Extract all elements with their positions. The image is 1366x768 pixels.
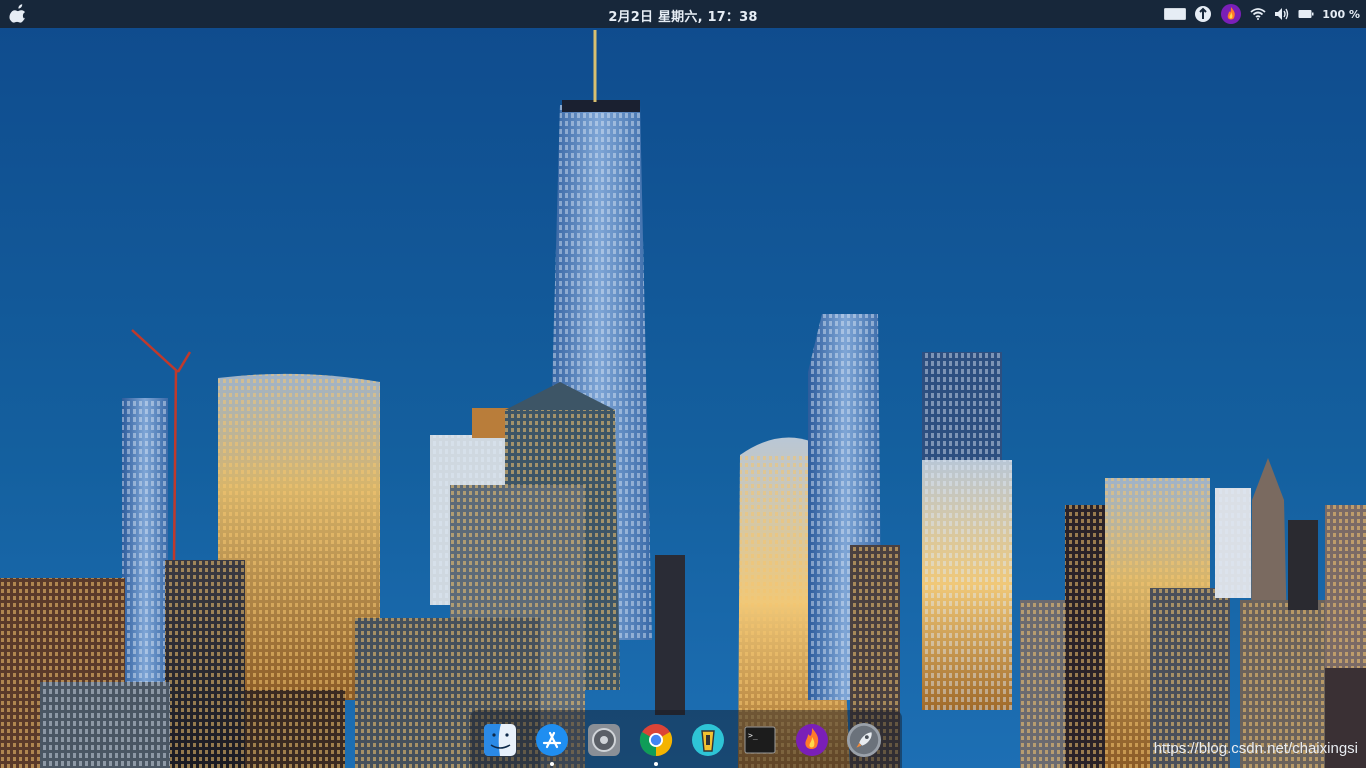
dock-item-finder[interactable] — [482, 722, 518, 758]
robot-icon — [692, 724, 724, 756]
flame-icon — [796, 724, 828, 756]
chrome-icon — [639, 724, 673, 757]
dock-item-robot-app[interactable] — [690, 722, 726, 758]
terminal-icon: >_ — [744, 726, 776, 754]
upload-icon[interactable] — [1194, 5, 1212, 23]
clock[interactable]: 2月2日 星期六, 17：38 — [0, 6, 1366, 25]
svg-text:>_: >_ — [748, 731, 758, 740]
volume-icon[interactable] — [1274, 7, 1290, 21]
flame-app-icon[interactable] — [1220, 3, 1242, 25]
watermark-url: https://blog.csdn.net/chaixingsi — [1153, 740, 1358, 757]
app-store-icon — [536, 724, 568, 756]
desktop-wallpaper — [0, 0, 1366, 768]
finder-icon — [484, 724, 516, 756]
dock-item-system-settings[interactable] — [586, 722, 622, 758]
battery-icon[interactable] — [1298, 9, 1314, 19]
battery-percentage: 100 % — [1322, 7, 1360, 21]
settings-icon — [588, 724, 620, 756]
dock: >_ — [470, 710, 902, 768]
dock-item-app-store[interactable] — [534, 722, 570, 766]
top-menu-bar: 2月2日 星期六, 17：38 100 % — [0, 0, 1366, 28]
dock-item-terminal[interactable]: >_ — [742, 722, 778, 758]
status-tray: 100 % — [1164, 3, 1360, 25]
keyboard-icon[interactable] — [1164, 8, 1187, 20]
dock-item-flame-app[interactable] — [794, 722, 830, 758]
running-indicator — [654, 762, 658, 766]
running-indicator — [550, 762, 554, 766]
dock-item-launchpad[interactable] — [846, 722, 882, 758]
wifi-icon[interactable] — [1250, 8, 1266, 20]
dock-item-chrome[interactable] — [638, 722, 674, 766]
rocket-icon — [846, 722, 882, 758]
